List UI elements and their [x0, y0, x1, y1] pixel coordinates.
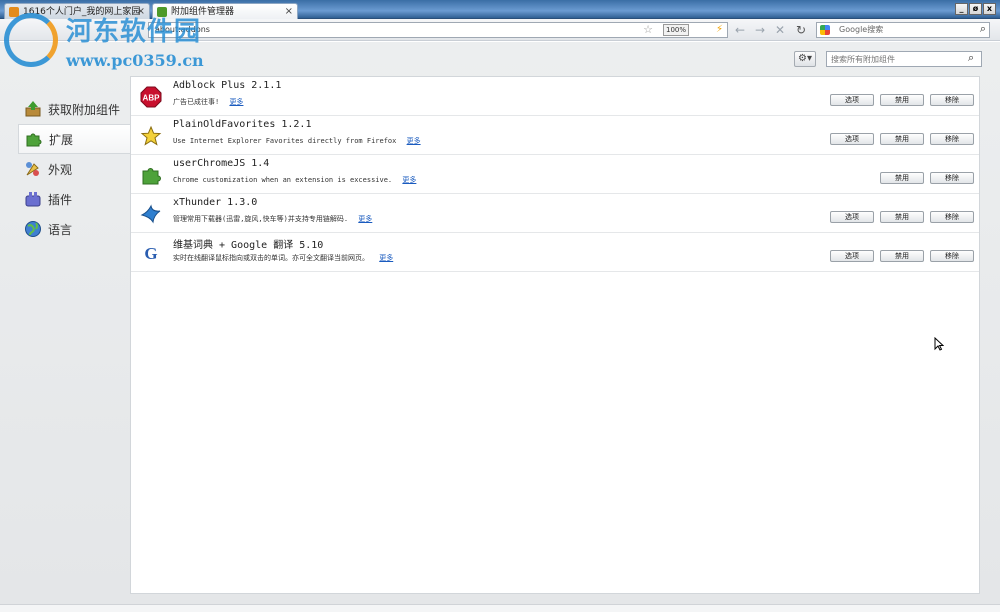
addon-name: Adblock Plus 2.1.1 — [173, 80, 282, 91]
category-get-addons[interactable]: 获取附加组件 — [18, 94, 130, 124]
mouse-cursor-icon — [934, 337, 944, 351]
more-link[interactable]: 更多 — [229, 98, 243, 106]
zoom-indicator[interactable]: 100% — [662, 24, 689, 36]
addon-name: 维基词典 + Google 翻译 5.10 — [173, 240, 324, 251]
search-magnifier-icon[interactable]: ⌕ — [980, 22, 986, 36]
more-link[interactable]: 更多 — [402, 176, 416, 184]
remove-button[interactable]: 移除 — [930, 211, 974, 223]
disable-button[interactable]: 禁用 — [880, 94, 924, 106]
addons-toolbar: ⚙▾ ⌕ — [0, 42, 1000, 74]
addon-name: PlainOldFavorites 1.2.1 — [173, 119, 312, 130]
languages-icon — [25, 221, 41, 237]
addon-desc-text: 管理常用下载器(迅雷,旋风,快车等)并支持专用链解码. — [173, 215, 349, 223]
addon-description: 管理常用下载器(迅雷,旋风,快车等)并支持专用链解码. 更多 — [173, 214, 372, 224]
home-favicon-icon — [9, 7, 19, 17]
abp-icon: ABP — [140, 86, 162, 108]
search-engine-placeholder: Google搜索 — [839, 25, 884, 34]
google-g-icon: G — [144, 244, 157, 263]
addon-description: 广告已成往事! 更多 — [173, 97, 243, 107]
tab-strip: 1616个人门户_我的网上家园 × 附加组件管理器 × _ ø x — [0, 0, 1000, 19]
addon-desc-text: 广告已成往事! — [173, 98, 220, 106]
url-bar[interactable]: about:addons ☆ 100% ⚡ — [148, 22, 728, 38]
disable-button[interactable]: 禁用 — [880, 133, 924, 145]
list-item[interactable]: userChromeJS 1.4 Chrome customization wh… — [131, 155, 979, 194]
addons-manager: ⚙▾ ⌕ 获取附加组件 扩展 外观 — [0, 42, 1000, 612]
remove-button[interactable]: 移除 — [930, 133, 974, 145]
appearance-icon — [26, 162, 39, 176]
options-button[interactable]: 选项 — [830, 94, 874, 106]
back-arrow-icon[interactable]: ← — [732, 22, 748, 38]
category-extensions[interactable]: 扩展 — [18, 124, 130, 154]
category-label: 外观 — [48, 162, 73, 177]
tab-home[interactable]: 1616个人门户_我的网上家园 × — [4, 3, 150, 19]
star-icon — [140, 125, 162, 146]
addon-search-input[interactable] — [826, 51, 982, 67]
remove-button[interactable]: 移除 — [930, 250, 974, 262]
svg-text:G: G — [144, 244, 157, 263]
extensions-icon — [26, 133, 42, 147]
reload-icon[interactable]: ↻ — [793, 22, 809, 38]
category-label: 扩展 — [49, 132, 74, 147]
tab-label: 1616个人门户_我的网上家园 — [23, 7, 141, 17]
puzzle-icon — [142, 168, 161, 185]
search-magnifier-icon[interactable]: ⌕ — [968, 51, 974, 65]
forward-arrow-icon[interactable]: → — [752, 22, 768, 38]
window-controls: _ ø x — [955, 3, 996, 15]
search-engine-input[interactable]: Google搜索 ⌕ — [816, 22, 990, 38]
disable-button[interactable]: 禁用 — [880, 211, 924, 223]
category-label: 插件 — [48, 192, 73, 207]
more-link[interactable]: 更多 — [407, 137, 421, 145]
addon-desc-text: Use Internet Explorer Favorites directly… — [173, 137, 397, 145]
get-addons-icon — [25, 101, 41, 117]
plugins-icon — [25, 192, 41, 207]
tab-addon-manager[interactable]: 附加组件管理器 × — [152, 3, 298, 19]
addon-desc-text: Chrome customization when an extension i… — [173, 176, 393, 184]
category-sidebar: 获取附加组件 扩展 外观 插件 语言 — [0, 84, 130, 604]
options-button[interactable]: 选项 — [830, 211, 874, 223]
close-window-button[interactable]: x — [983, 3, 996, 15]
bookmark-star-icon[interactable]: ☆ — [643, 23, 653, 37]
close-icon[interactable]: × — [285, 4, 293, 19]
list-item[interactable]: xThunder 1.3.0 管理常用下载器(迅雷,旋风,快车等)并支持专用链解… — [131, 194, 979, 233]
minimize-button[interactable]: _ — [955, 3, 968, 15]
addon-description: 实时在线翻译鼠标指向或双击的单词。亦可全文翻译当前网页。 更多 — [173, 253, 393, 263]
addon-description: Chrome customization when an extension i… — [173, 175, 416, 185]
stop-icon[interactable]: ✕ — [772, 22, 788, 38]
tab-label: 附加组件管理器 — [171, 7, 235, 17]
window-bottom-edge — [0, 604, 1000, 612]
lightning-icon[interactable]: ⚡ — [716, 23, 723, 37]
remove-button[interactable]: 移除 — [930, 172, 974, 184]
category-languages[interactable]: 语言 — [18, 214, 130, 244]
restore-button[interactable]: ø — [969, 3, 982, 15]
addon-name: userChromeJS 1.4 — [173, 158, 270, 169]
bird-icon — [140, 204, 161, 224]
options-button[interactable]: 选项 — [830, 133, 874, 145]
list-item[interactable]: G 维基词典 + Google 翻译 5.10 实时在线翻译鼠标指向或双击的单词… — [131, 233, 979, 272]
category-label: 获取附加组件 — [48, 102, 121, 117]
puzzle-favicon-icon — [157, 7, 167, 17]
list-item[interactable]: ABP Adblock Plus 2.1.1 广告已成往事! 更多 选项 禁用 … — [131, 77, 979, 116]
google-logo-icon[interactable] — [820, 25, 830, 35]
disable-button[interactable]: 禁用 — [880, 172, 924, 184]
more-link[interactable]: 更多 — [379, 254, 393, 262]
addon-description: Use Internet Explorer Favorites directly… — [173, 136, 421, 146]
more-link[interactable]: 更多 — [358, 215, 372, 223]
category-label: 语言 — [48, 222, 73, 237]
extension-list: ABP Adblock Plus 2.1.1 广告已成往事! 更多 选项 禁用 … — [130, 76, 980, 594]
disable-button[interactable]: 禁用 — [880, 250, 924, 262]
gear-menu-button[interactable]: ⚙▾ — [794, 51, 816, 67]
navigation-bar: about:addons ☆ 100% ⚡ ← → ✕ ↻ Google搜索 ⌕ — [0, 19, 1000, 41]
close-icon[interactable]: × — [137, 4, 145, 19]
svg-text:ABP: ABP — [143, 94, 161, 103]
options-button[interactable]: 选项 — [830, 250, 874, 262]
addon-desc-text: 实时在线翻译鼠标指向或双击的单词。亦可全文翻译当前网页。 — [173, 254, 369, 262]
remove-button[interactable]: 移除 — [930, 94, 974, 106]
url-text: about:addons — [155, 25, 210, 34]
addon-name: xThunder 1.3.0 — [173, 197, 258, 208]
category-plugins[interactable]: 插件 — [18, 184, 130, 214]
category-appearance[interactable]: 外观 — [18, 154, 130, 184]
list-item[interactable]: PlainOldFavorites 1.2.1 Use Internet Exp… — [131, 116, 979, 155]
